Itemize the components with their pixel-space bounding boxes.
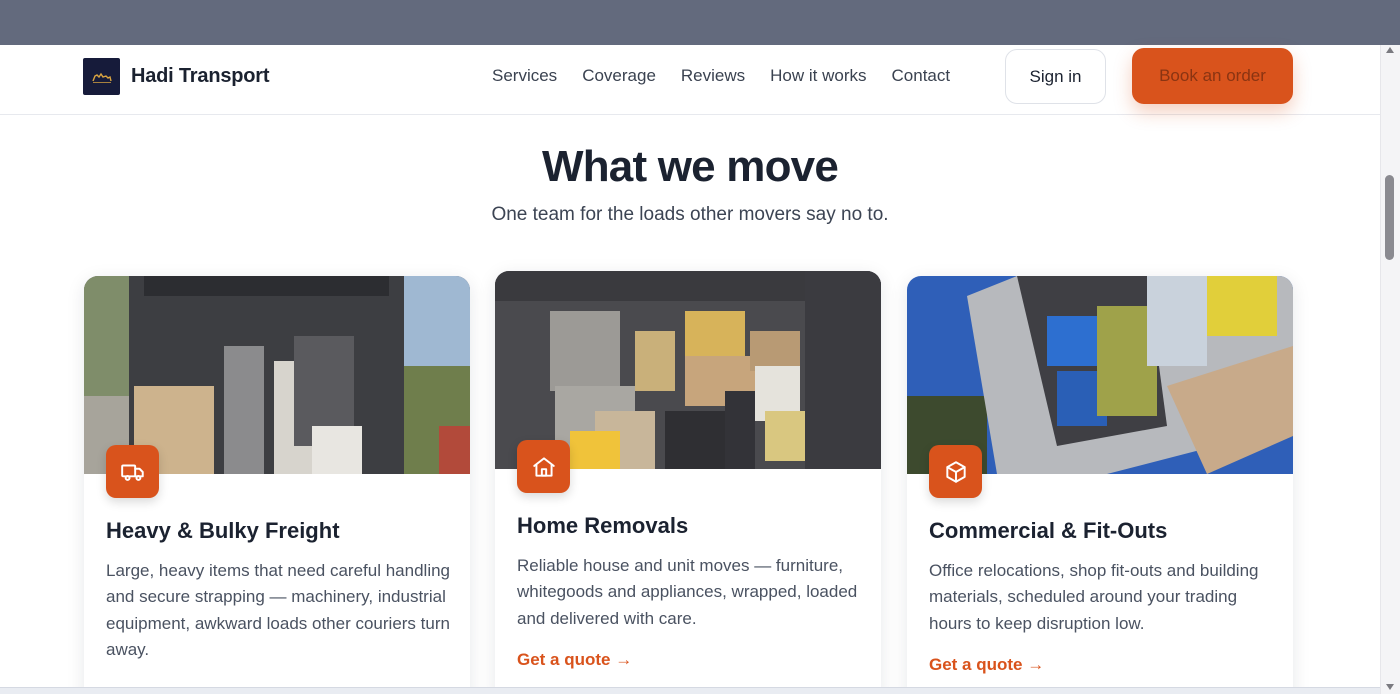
get-quote-link[interactable]: Get a quote →: [929, 655, 1044, 675]
get-quote-link[interactable]: Get a quote →: [517, 650, 632, 670]
book-order-button[interactable]: Book an order: [1132, 48, 1293, 104]
sign-in-button[interactable]: Sign in: [1005, 49, 1106, 104]
nav-link-services[interactable]: Services: [492, 66, 557, 86]
scroll-up-arrow-icon[interactable]: [1386, 47, 1394, 53]
browser-top-strip: [0, 0, 1400, 45]
card-title: Home Removals: [517, 513, 689, 538]
nav-link-reviews[interactable]: Reviews: [681, 66, 745, 86]
service-card-commercial[interactable]: Commercial & Fit-Outs Office relocations…: [907, 276, 1293, 694]
camel-logo-icon: [91, 72, 112, 83]
truck-icon: [106, 445, 159, 498]
brand-name[interactable]: Hadi Transport: [131, 65, 270, 88]
section-subtitle: One team for the loads other movers say …: [491, 204, 889, 225]
scroll-down-arrow-icon[interactable]: [1386, 684, 1394, 690]
browser-bottom-edge: [0, 687, 1380, 694]
card-description: Office relocations, shop fit-outs and bu…: [929, 561, 1259, 633]
card-description: Large, heavy items that need careful han…: [106, 561, 451, 659]
page-scrollbar[interactable]: [1380, 45, 1400, 694]
scroll-thumb[interactable]: [1385, 175, 1394, 260]
service-card-heavy-freight[interactable]: Heavy & Bulky Freight Large, heavy items…: [84, 276, 470, 694]
nav-link-contact[interactable]: Contact: [892, 66, 951, 86]
navbar: Hadi Transport Services Coverage Reviews…: [0, 45, 1380, 115]
service-card-home-removals[interactable]: Home Removals Reliable house and unit mo…: [495, 271, 881, 694]
main-nav: Services Coverage Reviews How it works C…: [492, 66, 950, 86]
nav-link-coverage[interactable]: Coverage: [582, 66, 656, 86]
nav-link-how-it-works[interactable]: How it works: [770, 66, 866, 86]
box-icon: [929, 445, 982, 498]
home-icon: [517, 440, 570, 493]
card-description: Reliable house and unit moves — furnitur…: [517, 556, 858, 628]
card-title: Heavy & Bulky Freight: [106, 518, 340, 543]
section-title: What we move: [541, 142, 839, 191]
brand-logo[interactable]: [83, 58, 120, 95]
card-title: Commercial & Fit-Outs: [929, 518, 1168, 543]
